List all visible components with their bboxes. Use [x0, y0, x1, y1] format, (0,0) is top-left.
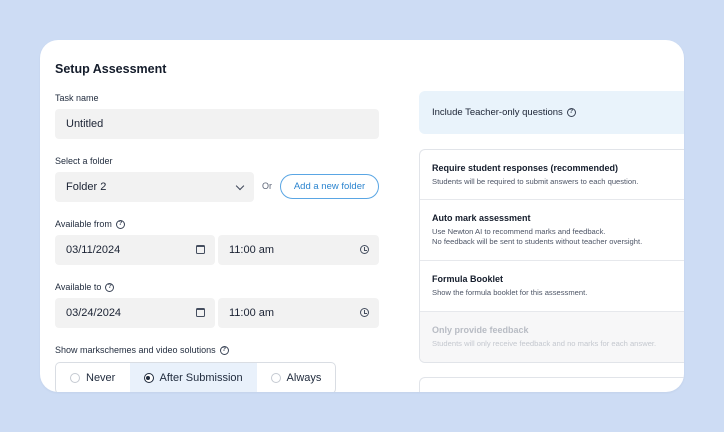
calendar-icon[interactable]: [196, 308, 205, 317]
help-icon[interactable]: ?: [219, 345, 229, 355]
radio-selected-icon[interactable]: [143, 373, 154, 383]
task-name-label: Task name: [55, 93, 99, 103]
folder-select-value: Folder 2: [66, 181, 107, 193]
available-to-time-value: 11:00 am: [229, 307, 275, 319]
calendar-icon[interactable]: [196, 245, 205, 254]
solutions-option-label: Never: [86, 372, 116, 384]
folder-label: Select a folder: [55, 156, 113, 166]
next-settings-section: [419, 377, 684, 392]
solutions-option-after-submission[interactable]: After Submission: [129, 363, 257, 392]
available-from-time-input[interactable]: 11:00 am: [218, 235, 379, 265]
clock-icon[interactable]: [360, 245, 369, 254]
option-auto-mark[interactable]: Auto mark assessment Use Newton AI to re…: [420, 200, 684, 261]
solutions-label: Show markschemes and video solutions ?: [55, 345, 229, 355]
option-description: Students will be required to submit answ…: [432, 177, 639, 186]
radio-icon[interactable]: [270, 373, 281, 383]
help-icon[interactable]: ?: [105, 282, 115, 292]
add-new-folder-button[interactable]: Add a new folder: [280, 174, 379, 199]
or-text: Or: [262, 181, 272, 191]
option-title: Require student responses (recommended): [432, 163, 619, 173]
option-title: Only provide feedback: [432, 325, 529, 335]
option-description: Students will only receive feedback and …: [432, 339, 657, 348]
available-from-date-value: 03/11/2024: [66, 244, 121, 256]
available-from-time-value: 11:00 am: [229, 244, 275, 256]
teacher-only-label: Include Teacher-only questions: [432, 107, 563, 118]
solutions-option-always[interactable]: Always: [257, 363, 335, 392]
task-name-value: Untitled: [66, 118, 104, 130]
option-description: Show the formula booklet for this assess…: [432, 288, 588, 297]
solutions-option-label: Always: [286, 372, 322, 384]
option-description-line: No feedback will be sent to students wit…: [432, 237, 643, 246]
solutions-option-never[interactable]: Never: [56, 363, 130, 392]
help-icon[interactable]: ?: [115, 219, 125, 229]
available-to-label: Available to ?: [55, 282, 115, 292]
folder-label-text: Select a folder: [55, 156, 113, 166]
radio-icon[interactable]: [70, 373, 80, 383]
option-title: Formula Booklet: [432, 274, 504, 284]
solutions-label-text: Show markschemes and video solutions: [55, 345, 216, 355]
option-description: Use Newton AI to recommend marks and fee…: [432, 227, 684, 247]
folder-select[interactable]: Folder 2: [55, 172, 254, 202]
available-from-label-text: Available from: [55, 219, 112, 229]
solutions-option-label: After Submission: [159, 372, 243, 384]
option-require-responses[interactable]: Require student responses (recommended) …: [420, 150, 684, 200]
solutions-segmented-control: Never After Submission Always: [55, 362, 336, 392]
option-only-feedback: Only provide feedback Students will only…: [420, 312, 684, 362]
page-title: Setup Assessment: [55, 62, 167, 76]
option-formula-booklet[interactable]: Formula Booklet Show the formula booklet…: [420, 261, 684, 312]
available-to-date-value: 03/24/2024: [66, 307, 122, 319]
option-title: Auto mark assessment: [432, 213, 531, 223]
chevron-down-icon: [235, 181, 245, 191]
help-icon[interactable]: ?: [566, 108, 576, 117]
available-from-date-input[interactable]: 03/11/2024: [55, 235, 215, 265]
clock-icon[interactable]: [360, 308, 369, 317]
task-name-label-text: Task name: [55, 93, 99, 103]
assessment-options-list: Require student responses (recommended) …: [419, 149, 684, 363]
available-to-date-input[interactable]: 03/24/2024: [55, 298, 215, 328]
available-to-time-input[interactable]: 11:00 am: [218, 298, 379, 328]
available-to-label-text: Available to: [55, 282, 102, 292]
available-from-label: Available from ?: [55, 219, 125, 229]
teacher-only-toggle-row[interactable]: Include Teacher-only questions ?: [419, 91, 684, 134]
setup-assessment-card: Setup Assessment Task name Untitled Sele…: [40, 40, 684, 392]
option-description-line: Use Newton AI to recommend marks and fee…: [432, 227, 606, 236]
task-name-input[interactable]: Untitled: [55, 109, 379, 139]
